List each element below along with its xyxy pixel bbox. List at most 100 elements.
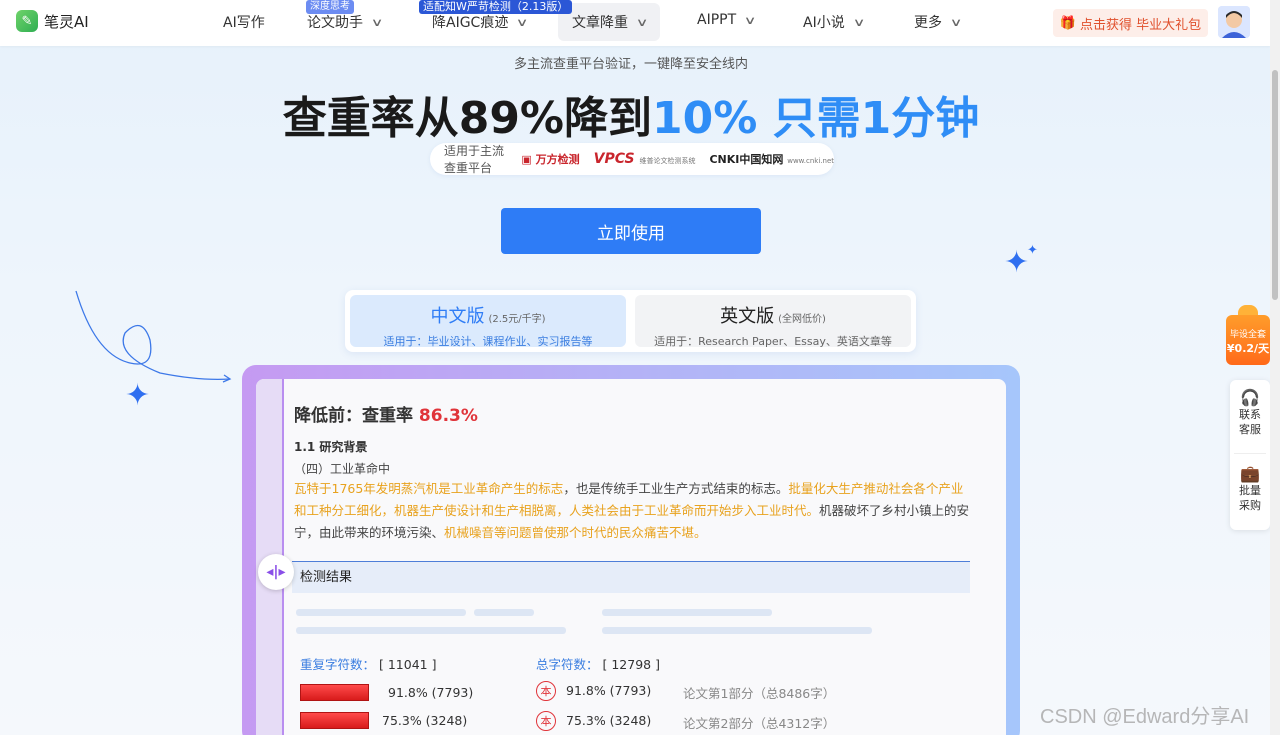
- version-title-text: 中文版: [430, 306, 485, 327]
- gift-icon: 🎁: [1059, 15, 1077, 31]
- gift-button-label: 点击获得 毕业大礼包: [1080, 17, 1202, 33]
- part-label: 论文第1部分（总8486字）: [683, 686, 836, 701]
- deep-thinking-badge: 深度思考: [306, 0, 354, 14]
- gift-line1: 毕设全套: [1229, 330, 1266, 340]
- nav-item-more[interactable]: 更多 ∨: [914, 12, 962, 32]
- nav-item-ai-writing[interactable]: AI写作: [223, 12, 265, 32]
- nav-label: 降AIGC痕迹: [432, 15, 509, 31]
- chevron-down-icon: ∨: [743, 13, 757, 27]
- hero-subtitle: 多主流查重平台验证，一键降至安全线内: [513, 57, 748, 72]
- detection-adapt-badge: 适配知W严苛检测（2.13版）: [419, 0, 573, 14]
- avatar-icon: [1218, 6, 1250, 38]
- logo-text: 笔灵AI: [44, 12, 89, 31]
- vpcs-logo-sub: 维普论文检测系统: [639, 157, 696, 165]
- part-rate: 91.8% (7793): [566, 683, 652, 698]
- skeleton-line: [474, 609, 534, 616]
- sample-paragraph: 瓦特于1765年发明蒸汽机是工业革命产生的标志，也是传统手工业生产方式结束的标志…: [294, 478, 974, 544]
- csdn-watermark: CSDN @Edward分享AI: [1040, 706, 1250, 728]
- compare-slider-handle-icon[interactable]: ◂|▸: [258, 554, 294, 590]
- top-nav: ✎ 笔灵AI AI写作 论文助手 ∨ 降AIGC痕迹 ∨ 文章降重 ∨ AIPP…: [0, 0, 1270, 46]
- nav-item-ai-novel[interactable]: AI小说 ∨: [803, 12, 866, 32]
- section-title: 1.1 研究背景: [294, 440, 368, 454]
- side-service-panel: 🎧 联系客服 💼 批量采购: [1230, 380, 1270, 530]
- nav-label: AI写作: [223, 15, 265, 31]
- nav-label: AI小说: [803, 15, 845, 31]
- chinese-version-tab[interactable]: 中文版 (2.5元/千字) 适用于：毕业设计、课程作业、实习报告等: [350, 295, 626, 348]
- sparkle-icon: ✦: [1027, 243, 1038, 258]
- seal-icon: 本: [536, 681, 556, 701]
- nav-item-thesis-assistant[interactable]: 论文助手 ∨: [307, 12, 384, 32]
- supported-platforms: 适用于主流查重平台 ▣ 万方检测 VPCS 维普论文检测系统 CNKI中国知网 …: [430, 143, 834, 175]
- version-desc: 适用于：Research Paper、Essay、英语文章等: [654, 335, 892, 348]
- logo[interactable]: ✎ 笔灵AI: [16, 10, 89, 32]
- chevron-down-icon: ∨: [370, 15, 384, 29]
- headset-icon: 🎧: [1240, 388, 1260, 407]
- curve-arrow-decoration: [75, 290, 232, 383]
- service-label: 联系客服: [1239, 408, 1261, 436]
- detection-result-bar: 检测结果: [292, 561, 970, 593]
- version-title: 英文版 (全网低价): [635, 302, 911, 328]
- use-now-button[interactable]: 立即使用: [501, 208, 761, 254]
- chevron-down-icon: ∨: [852, 15, 866, 29]
- section-subtitle: （四）工业革命中: [294, 462, 391, 476]
- version-selector: 中文版 (2.5元/千字) 适用于：毕业设计、课程作业、实习报告等 英文版 (全网低…: [345, 290, 916, 352]
- stat-value: [ 12798 ]: [602, 657, 660, 672]
- gift-line2: ¥0.2/天: [1226, 342, 1270, 355]
- nav-label: 论文助手: [307, 15, 363, 31]
- comparison-card: 降低前：查重率 86.3% 1.1 研究背景 （四）工业革命中 瓦特于1765年…: [256, 379, 1006, 735]
- wanfang-logo: ▣ 万方检测: [521, 153, 580, 166]
- wanfang-logo-text: 万方检测: [535, 153, 580, 166]
- graduation-gift-button[interactable]: 🎁 点击获得 毕业大礼包: [1053, 9, 1208, 37]
- repeat-bar-text: 91.8% (7793): [388, 685, 474, 700]
- total-chars-stat: 总字符数： [ 12798 ]: [536, 654, 660, 673]
- rate-value: 86.3%: [418, 406, 478, 426]
- nav-item-aippt[interactable]: AIPPT ∨: [697, 12, 757, 28]
- heading-prefix: 降低前：查重率: [294, 406, 413, 426]
- page-scrollbar[interactable]: [1270, 0, 1280, 735]
- leaf-logo-icon: ✎: [16, 10, 38, 32]
- plain-text: ，也是传统手工业生产方式结束的标志。: [563, 481, 789, 496]
- highlighted-text: 瓦特于1765年发明蒸汽机是工业革命产生的标志: [294, 481, 564, 496]
- sparkle-icon: ✦: [125, 378, 151, 413]
- stat-label: 重复字符数：: [300, 657, 376, 672]
- headline-dark-part: 查重率从89%降到: [282, 93, 653, 144]
- cnki-logo-text: CNKI中国知网: [709, 153, 784, 166]
- version-title: 中文版 (2.5元/千字): [350, 302, 626, 328]
- nav-item-article-rewrite[interactable]: 文章降重 ∨: [558, 3, 661, 41]
- skeleton-line: [296, 609, 466, 616]
- version-price: (全网低价): [778, 314, 826, 325]
- english-version-tab[interactable]: 英文版 (全网低价) 适用于：Research Paper、Essay、英语文章等: [635, 295, 911, 348]
- divider: [1234, 453, 1266, 454]
- bulk-purchase-button[interactable]: 💼 批量采购: [1230, 466, 1270, 513]
- version-title-text: 英文版: [720, 306, 775, 327]
- nav-label: 更多: [914, 15, 942, 31]
- graduation-package-float[interactable]: 毕设全套 ¥0.2/天: [1226, 305, 1270, 365]
- nav-item-reduce-aigc[interactable]: 降AIGC痕迹 ∨: [432, 12, 529, 32]
- briefcase-icon: 💼: [1240, 464, 1260, 483]
- platforms-label: 适用于主流查重平台: [444, 144, 505, 175]
- nav-label: AIPPT: [697, 12, 737, 28]
- before-rate-heading: 降低前：查重率 86.3%: [294, 401, 478, 426]
- highlighted-text: 机械噪音等问题曾使那个时代的民众痛苦不堪。: [444, 525, 707, 540]
- gift-box-icon: 毕设全套 ¥0.2/天: [1226, 315, 1270, 365]
- skeleton-line: [602, 609, 772, 616]
- version-desc: 适用于：毕业设计、课程作业、实习报告等: [383, 335, 593, 348]
- sparkle-icon: ✦: [1004, 245, 1030, 280]
- skeleton-line: [296, 627, 566, 634]
- scrollbar-thumb[interactable]: [1272, 70, 1278, 300]
- stat-label: 总字符数：: [536, 657, 599, 672]
- part-rate: 75.3% (3248): [566, 713, 652, 728]
- contact-service-button[interactable]: 🎧 联系客服: [1230, 390, 1270, 437]
- chevron-down-icon: ∨: [515, 15, 529, 29]
- hero-headline: 查重率从89%降到10% 只需1分钟: [0, 82, 1262, 146]
- repeat-bar-text: 75.3% (3248): [382, 713, 468, 728]
- repeat-bar: [300, 712, 369, 729]
- vpcs-logo: VPCS 维普论文检测系统: [594, 151, 696, 167]
- part-label: 论文第2部分（总4312字）: [683, 716, 836, 731]
- vpcs-logo-text: VPCS: [593, 151, 635, 167]
- user-avatar[interactable]: [1218, 6, 1250, 38]
- skeleton-line: [602, 627, 872, 634]
- stat-value: [ 11041 ]: [379, 657, 437, 672]
- version-price: (2.5元/千字): [488, 314, 546, 325]
- headline-blue-part: 10% 只需1分钟: [652, 93, 980, 144]
